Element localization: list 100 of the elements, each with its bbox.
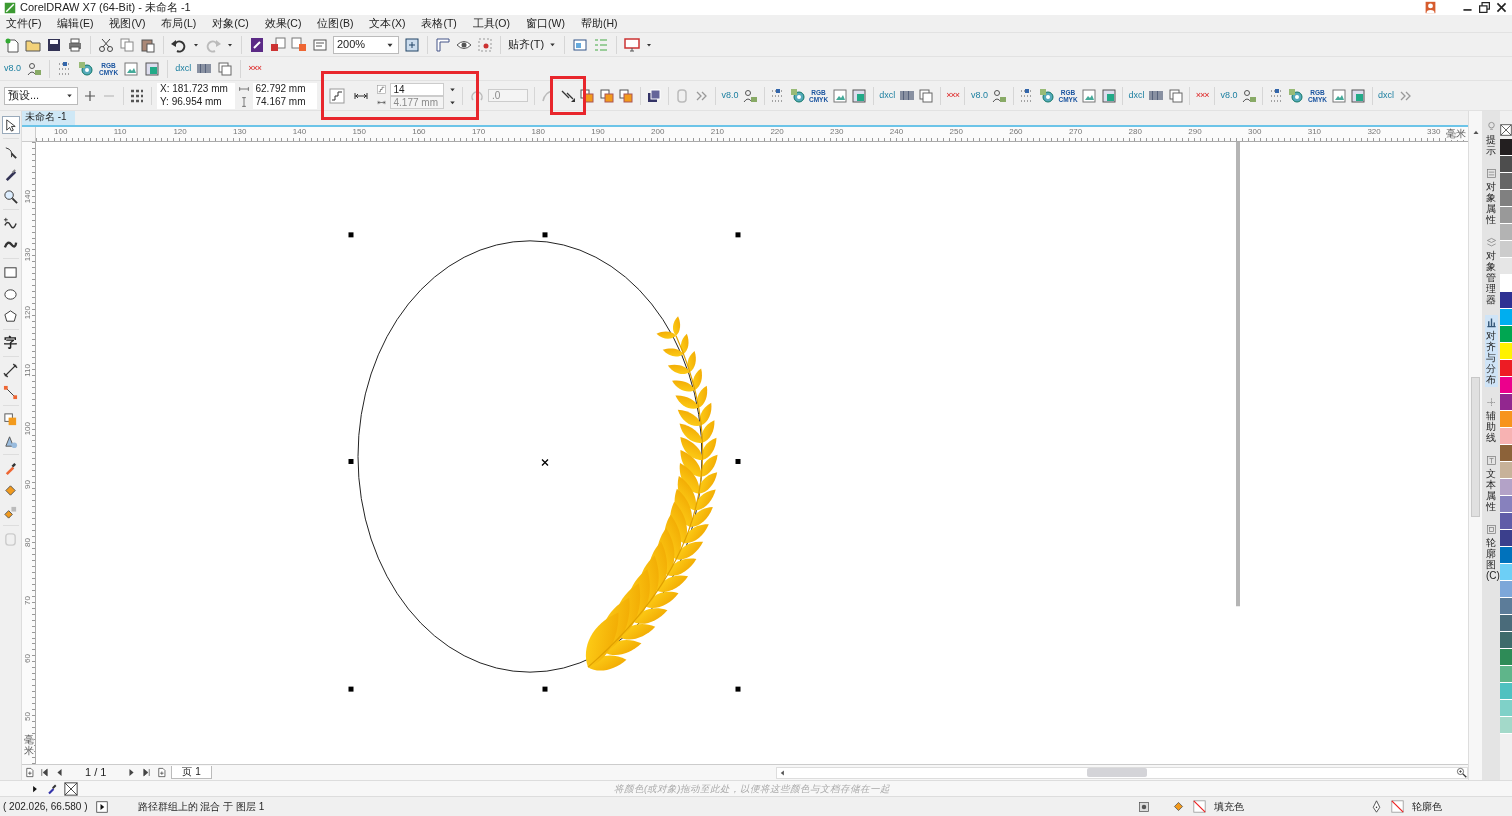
person-icon[interactable] [742,87,758,104]
page-tab[interactable]: 页 1 [171,766,212,779]
smart-fill-icon[interactable] [3,504,18,520]
color-swatch[interactable] [1500,496,1512,513]
window-icon[interactable] [572,36,589,53]
text-tool[interactable]: 字 [1,334,20,352]
color-swatch[interactable] [1500,649,1512,666]
color-swatch[interactable] [1500,547,1512,564]
menu-item[interactable]: 对象(C) [211,17,250,30]
gear-icon[interactable] [789,87,806,104]
object-grid-icon[interactable] [129,87,145,104]
freehand-icon[interactable] [3,215,18,231]
macro-button[interactable]: v8.0 [4,63,21,74]
color-swatch[interactable] [1500,564,1512,581]
selection-handle[interactable] [542,232,548,238]
macro-button[interactable]: dxcl [1378,90,1395,101]
object-properties-icon[interactable] [1138,800,1150,813]
macro-button[interactable]: ××× [248,63,261,74]
picture-frame-icon[interactable] [144,60,161,77]
color-swatch[interactable] [1500,428,1512,445]
person-icon[interactable] [991,87,1008,104]
docker-tab[interactable]: 文本属性 [1484,453,1498,514]
menu-item[interactable]: 帮助(H) [579,17,619,30]
play-icon[interactable] [95,800,108,813]
color-swatch[interactable] [1500,360,1512,377]
gear-icon[interactable] [78,60,94,77]
macro-button[interactable]: dxcl [175,63,192,74]
color-swatch[interactable] [1500,666,1512,683]
color-swatch[interactable] [1500,343,1512,360]
scrollbar-thumb[interactable] [1471,377,1480,517]
add-page-icon[interactable] [156,767,168,778]
color-swatch[interactable] [1500,411,1512,428]
first-page-icon[interactable] [39,767,50,778]
picture-frame-icon[interactable] [1100,87,1117,104]
add-page-icon[interactable] [24,767,35,778]
menu-item[interactable]: 效果(C) [263,17,303,30]
color-swatch[interactable] [1500,241,1512,258]
scissors-icon[interactable] [98,36,114,53]
color-swatch[interactable] [1500,190,1512,207]
connector-icon[interactable] [3,384,18,400]
selection-handle[interactable] [735,686,741,692]
color-swatch[interactable] [1500,309,1512,326]
preset-dropdown[interactable]: 预设... [4,86,78,105]
full-screen-icon[interactable] [404,36,420,53]
snap-grid-icon[interactable] [477,36,493,53]
previous-page-icon[interactable] [54,767,65,778]
x-field[interactable]: X: 181.723 mm [157,82,235,96]
no-fill-swatch-icon[interactable] [1391,800,1404,813]
docker-tab[interactable]: 对象属性 [1484,166,1498,227]
ellipse-icon[interactable] [3,286,18,302]
arrange-icon[interactable] [598,87,615,104]
export-icon[interactable] [291,36,307,53]
no-fill-swatch-icon[interactable] [1193,800,1206,813]
rulers-icon[interactable] [435,36,451,53]
new-document-icon[interactable] [4,36,20,53]
stacked-pages-icon[interactable] [918,87,935,104]
no-color-swatch-icon[interactable] [1500,123,1512,137]
width-field[interactable]: 62.792 mm [252,82,317,96]
selection-handle[interactable] [348,459,354,464]
color-swatch[interactable] [1500,173,1512,190]
docker-tab[interactable]: 对象管理器 [1484,235,1498,307]
shape-tool-icon[interactable] [3,144,18,160]
stacked-pages-icon[interactable] [217,60,234,77]
import-icon[interactable] [270,36,286,53]
menu-item[interactable]: 布局(L) [160,17,198,30]
macro-button[interactable]: v8.0 [970,90,988,101]
person-icon[interactable] [1240,87,1257,104]
arrange-icon[interactable] [579,87,595,104]
pen-nib-icon[interactable] [1370,800,1383,813]
picture-icon[interactable] [1081,87,1098,104]
menu-item[interactable]: 视图(V) [108,17,147,30]
color-swatch[interactable] [1500,326,1512,343]
menu-item[interactable]: 窗口(W) [525,17,566,30]
clipboard-icon[interactable] [140,36,156,53]
color-swatch[interactable] [1500,445,1512,462]
docker-tab[interactable]: 辅助线 [1484,395,1498,445]
menu-item[interactable]: 文本(X) [368,17,407,30]
knife-icon[interactable] [3,166,18,182]
selection-handle[interactable] [735,232,741,238]
menu-item[interactable]: 文件(F) [5,17,43,30]
center-mark[interactable] [541,458,549,467]
selection-handle[interactable] [348,232,354,238]
magnifier-icon[interactable] [3,188,18,204]
printer-icon[interactable] [67,36,83,53]
picture-frame-icon[interactable] [1350,87,1367,104]
color-swatch[interactable] [1500,632,1512,649]
color-swatch[interactable] [1500,139,1512,156]
color-swatch[interactable] [1500,530,1512,547]
app-launcher-icon[interactable] [249,36,265,53]
restore-icon[interactable] [1478,1,1491,14]
selection-handle[interactable] [542,686,548,692]
stacked-pages-icon[interactable] [1167,87,1184,104]
steps-field[interactable]: 14 [389,82,444,96]
scrollbar-thumb[interactable] [1086,768,1147,777]
picture-frame-icon[interactable] [851,87,868,104]
color-swatch[interactable] [1500,156,1512,173]
color-swatch[interactable] [1500,377,1512,394]
polygon-icon[interactable] [3,308,18,324]
color-swatch[interactable] [1500,224,1512,241]
transparency-icon[interactable] [3,433,18,449]
